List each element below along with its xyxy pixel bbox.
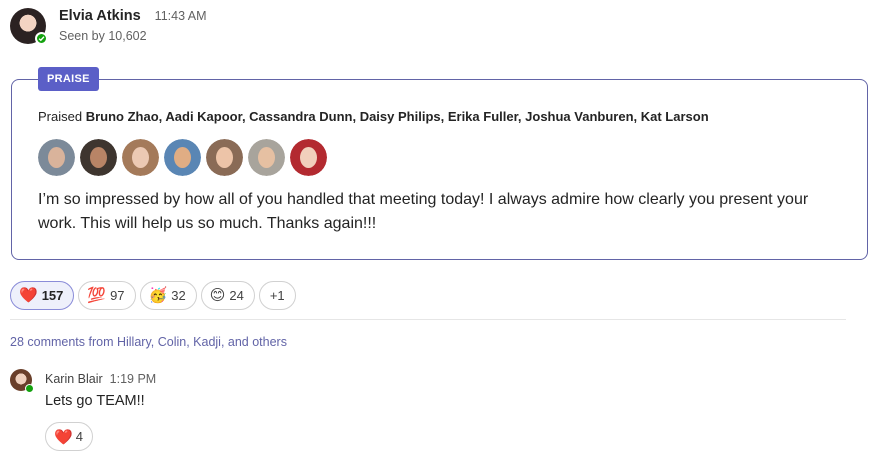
post-timestamp: 11:43 AM <box>154 9 207 23</box>
recipient-avatars <box>38 139 332 176</box>
seen-by-count[interactable]: Seen by 10,602 <box>59 29 207 43</box>
praised-names[interactable]: Bruno Zhao, Aadi Kapoor, Cassandra Dunn,… <box>86 109 709 124</box>
reaction-count: 97 <box>110 288 125 303</box>
comment-text: Lets go TEAM!! <box>45 393 145 409</box>
divider <box>10 319 846 320</box>
recipient-avatar-joshua-vanburen[interactable] <box>248 139 285 176</box>
reaction-smiling-face[interactable]: 😊 24 <box>200 281 255 310</box>
comment-author-avatar[interactable] <box>10 369 34 393</box>
recipient-avatar-aadi-kapoor[interactable] <box>80 139 117 176</box>
reaction-count: 32 <box>171 288 186 303</box>
recipient-avatar-daisy-philips[interactable] <box>164 139 201 176</box>
comment-reaction-heart[interactable]: ❤️ 4 <box>45 422 93 451</box>
reaction-heart[interactable]: ❤️ 157 <box>10 281 75 310</box>
praise-message: I’m so impressed by how all of you handl… <box>38 191 809 232</box>
heart-icon: ❤️ <box>54 428 73 446</box>
reactions-bar: ❤️ 157 💯 97 🥳 32 😊 24 +1 <box>10 281 300 310</box>
reaction-hundred-points[interactable]: 💯 97 <box>78 281 136 310</box>
presence-available-icon <box>25 384 34 393</box>
reaction-count: 157 <box>41 288 64 303</box>
comment-author-name[interactable]: Karin Blair <box>45 372 103 386</box>
recipient-avatar-kat-larson[interactable] <box>290 139 327 176</box>
heart-icon: ❤️ <box>19 287 38 304</box>
comment-header: Karin Blair 1:19 PM <box>45 372 156 386</box>
praise-tag: PRAISE <box>38 67 99 91</box>
reaction-count: 24 <box>229 288 244 303</box>
post-header: Elvia Atkins 11:43 AM Seen by 10,602 <box>10 8 207 45</box>
author-avatar[interactable] <box>10 8 48 45</box>
presence-available-icon <box>35 32 48 45</box>
praised-prefix: Praised <box>38 109 83 124</box>
recipient-avatar-erika-fuller[interactable] <box>206 139 243 176</box>
more-reactions-button[interactable]: +1 <box>258 281 296 310</box>
reaction-count: 4 <box>75 429 83 444</box>
smiling-face-icon: 😊 <box>209 287 226 304</box>
comments-summary-link[interactable]: 28 comments from Hillary, Colin, Kadji, … <box>10 335 287 349</box>
reaction-party-face[interactable]: 🥳 32 <box>139 281 197 310</box>
party-face-icon: 🥳 <box>148 287 168 304</box>
recipient-avatar-bruno-zhao[interactable] <box>38 139 75 176</box>
praised-recipients: Praised Bruno Zhao, Aadi Kapoor, Cassand… <box>38 109 709 124</box>
recipient-avatar-cassandra-dunn[interactable] <box>122 139 159 176</box>
hundred-points-icon: 💯 <box>87 287 107 304</box>
comment-timestamp: 1:19 PM <box>109 372 157 386</box>
author-name[interactable]: Elvia Atkins <box>59 8 141 24</box>
praise-card: Praised Bruno Zhao, Aadi Kapoor, Cassand… <box>11 79 868 260</box>
